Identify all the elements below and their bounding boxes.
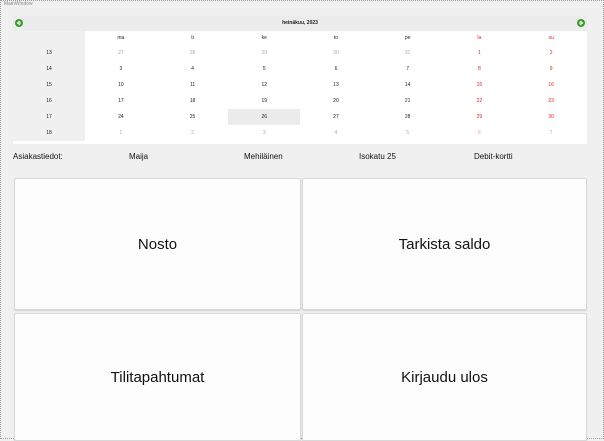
transactions-button-label: Tilitapahtumat bbox=[110, 368, 205, 386]
calendar-day[interactable]: 1 bbox=[444, 45, 516, 61]
week-number: 13 bbox=[13, 45, 85, 61]
calendar[interactable]: heinäkuu, 2023 ma ti ke to pe la su 13 27 28 29 30… bbox=[13, 16, 587, 144]
calendar-day[interactable]: 14 bbox=[372, 77, 444, 93]
calendar-day[interactable]: 12 bbox=[228, 77, 300, 93]
calendar-day[interactable]: 7 bbox=[372, 61, 444, 77]
next-month-button[interactable] bbox=[577, 19, 585, 27]
calendar-week-row: 16 17 18 19 20 21 22 23 bbox=[13, 93, 587, 109]
calendar-week-row: 15 10 11 12 13 14 15 16 bbox=[13, 77, 587, 93]
calendar-week-row: 13 27 28 29 30 31 1 2 bbox=[13, 45, 587, 61]
calendar-day[interactable]: 29 bbox=[228, 45, 300, 61]
customer-address: Isokatu 25 bbox=[359, 152, 396, 161]
customer-info-label: Asiakastiedot: bbox=[13, 152, 63, 161]
weekday-header: to bbox=[333, 35, 339, 41]
calendar-day[interactable]: 2 bbox=[157, 125, 229, 141]
calendar-day[interactable]: 27 bbox=[300, 109, 372, 125]
calendar-day[interactable]: 28 bbox=[157, 45, 229, 61]
weekday-header: ti bbox=[191, 35, 194, 41]
transactions-button[interactable]: Tilitapahtumat bbox=[14, 313, 301, 441]
calendar-day[interactable]: 9 bbox=[515, 61, 587, 77]
logout-button-label: Kirjaudu ulos bbox=[401, 368, 488, 386]
calendar-body: 13 27 28 29 30 31 1 2 14 3 4 5 6 7 8 9 15 10 11 12 13 14 15 16 1… bbox=[13, 45, 587, 141]
week-number: 16 bbox=[13, 93, 85, 109]
weekday-header: su bbox=[548, 35, 554, 41]
week-number: 17 bbox=[13, 109, 85, 125]
calendar-day[interactable]: 10 bbox=[85, 77, 157, 93]
calendar-day[interactable]: 15 bbox=[444, 77, 516, 93]
week-number: 18 bbox=[13, 125, 85, 141]
weekday-header: pe bbox=[404, 35, 411, 41]
check-balance-button-label: Tarkista saldo bbox=[398, 235, 491, 253]
calendar-day[interactable]: 16 bbox=[515, 77, 587, 93]
calendar-day[interactable]: 6 bbox=[444, 125, 516, 141]
calendar-navigation: heinäkuu, 2023 bbox=[13, 16, 587, 31]
calendar-grid: ma ti ke to pe la su 13 27 28 29 30 31 1 2 14 3 4 5 6 7 8 9 15… bbox=[13, 31, 587, 141]
withdraw-button[interactable]: Nosto bbox=[14, 178, 301, 310]
calendar-day[interactable]: 2 bbox=[515, 45, 587, 61]
calendar-day[interactable]: 30 bbox=[515, 109, 587, 125]
calendar-week-row: 17 24 25 26 27 28 29 30 bbox=[13, 109, 587, 125]
calendar-day[interactable]: 24 bbox=[85, 109, 157, 125]
calendar-day[interactable]: 17 bbox=[85, 93, 157, 109]
calendar-day[interactable]: 19 bbox=[228, 93, 300, 109]
calendar-day[interactable]: 30 bbox=[300, 45, 372, 61]
weekday-header: ma bbox=[117, 35, 125, 41]
calendar-day[interactable]: 21 bbox=[372, 93, 444, 109]
week-number: 15 bbox=[13, 77, 85, 93]
calendar-day[interactable]: 8 bbox=[444, 61, 516, 77]
calendar-day[interactable]: 18 bbox=[157, 93, 229, 109]
calendar-day[interactable]: 4 bbox=[300, 125, 372, 141]
customer-first-name: Maija bbox=[129, 152, 149, 161]
main-window: MainWindow heinäkuu, 2023 ma ti ke to pe la su bbox=[0, 0, 604, 441]
arrow-right-icon bbox=[578, 20, 584, 26]
calendar-day[interactable]: 28 bbox=[372, 109, 444, 125]
week-number-header bbox=[13, 31, 85, 45]
week-number: 14 bbox=[13, 61, 85, 77]
calendar-day[interactable]: 1 bbox=[85, 125, 157, 141]
calendar-day[interactable]: 26 bbox=[228, 109, 301, 125]
customer-last-name: Mehiläinen bbox=[244, 152, 283, 161]
calendar-day[interactable]: 13 bbox=[300, 77, 372, 93]
calendar-day[interactable]: 4 bbox=[157, 61, 229, 77]
calendar-day[interactable]: 3 bbox=[228, 125, 300, 141]
month-year-label[interactable]: heinäkuu, 2023 bbox=[13, 20, 587, 26]
calendar-day[interactable]: 22 bbox=[444, 93, 516, 109]
calendar-day[interactable]: 31 bbox=[372, 45, 444, 61]
calendar-day[interactable]: 5 bbox=[372, 125, 444, 141]
calendar-day[interactable]: 25 bbox=[157, 109, 229, 125]
calendar-week-row: 14 3 4 5 6 7 8 9 bbox=[13, 61, 587, 77]
calendar-day[interactable]: 6 bbox=[300, 61, 372, 77]
calendar-day[interactable]: 29 bbox=[444, 109, 516, 125]
customer-card-type: Debit-kortti bbox=[474, 152, 513, 161]
withdraw-button-label: Nosto bbox=[137, 235, 178, 253]
calendar-day[interactable]: 27 bbox=[85, 45, 157, 61]
calendar-day[interactable]: 23 bbox=[515, 93, 587, 109]
weekday-header: la bbox=[477, 35, 482, 41]
weekday-header: ke bbox=[261, 35, 267, 41]
weekday-header-row: ma ti ke to pe la su bbox=[13, 31, 587, 45]
window-title: MainWindow bbox=[4, 1, 33, 7]
check-balance-button[interactable]: Tarkista saldo bbox=[302, 178, 587, 310]
calendar-day[interactable]: 20 bbox=[300, 93, 372, 109]
calendar-day[interactable]: 7 bbox=[515, 125, 587, 141]
calendar-day[interactable]: 5 bbox=[228, 61, 300, 77]
calendar-week-row: 18 1 2 3 4 5 6 7 bbox=[13, 125, 587, 141]
calendar-day[interactable]: 11 bbox=[157, 77, 229, 93]
logout-button[interactable]: Kirjaudu ulos bbox=[302, 313, 587, 441]
calendar-day[interactable]: 3 bbox=[85, 61, 157, 77]
